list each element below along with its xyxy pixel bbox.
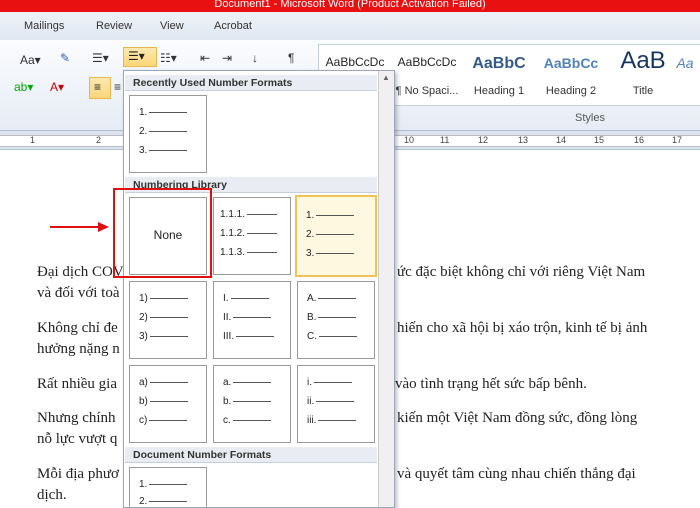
format-tile-numbers-dot[interactable]: 1. 2. 3. [295,195,377,277]
format-tile-numbers-paren[interactable]: 1) 2) 3) [129,281,207,359]
ruler-number: 15 [594,135,605,145]
tab-mailings[interactable]: Mailings [24,20,64,32]
numbering-icon: ☰▾ [128,49,145,63]
format-marker: b) [139,396,148,407]
p3-left-text: Rất nhiều gia [37,376,117,392]
format-marker: B. [307,312,317,323]
style-heading-2[interactable]: AaBbCc Heading 2 [535,45,607,103]
p4-line2-text: nỗ lực vượt q [37,431,118,447]
format-marker: 2. [306,229,315,240]
sort-icon[interactable]: ↓ [252,51,258,65]
tab-acrobat[interactable]: Acrobat [214,20,252,32]
ruler-number: 10 [404,135,415,145]
clear-format-icon[interactable]: ✎ [60,51,70,65]
format-tile-letters-upper[interactable]: A. B. C. [297,281,375,359]
format-tile-1-1-1[interactable]: 1.1.1. 1.1.2. 1.1.3. [213,197,291,275]
ruler-number: 17 [672,135,683,145]
format-marker: 1. [306,210,315,221]
format-marker: I. [223,293,229,304]
title-bar: Document1 - Microsoft Word (Product Acti… [0,0,700,12]
window-title: Document1 - Microsoft Word (Product Acti… [214,0,486,10]
left-align-button[interactable]: ≡ [89,77,111,99]
format-marker: b. [223,396,232,407]
format-tile-roman-lower[interactable]: i. ii. iii. [297,365,375,443]
format-marker: a. [223,377,232,388]
decrease-indent-icon[interactable]: ⇤ [200,51,210,65]
center-align-icon[interactable]: ≡ [114,80,121,94]
format-tile-letters-paren[interactable]: a) b) c) [129,365,207,443]
scroll-up-icon[interactable]: ▲ [382,73,390,82]
recent-format-tile[interactable]: 1. 2. 3. [129,95,207,173]
ruler-number: 2 [96,135,102,145]
ruler-number: 12 [478,135,489,145]
tab-review[interactable]: Review [96,20,132,32]
styles-group-label: Styles [575,112,605,124]
style-no-spacing[interactable]: AaBbCcDc ¶ No Spaci... [391,45,463,103]
p5-right-text: và quyết tâm cùng nhau chiến thắng đại [397,466,636,482]
p1-right-text: ức đặc biệt không chỉ với riêng Việt Nam [397,264,646,280]
bullets-icon[interactable]: ☰▾ [92,51,109,65]
document-format-tile[interactable]: 1. 2. [129,467,207,507]
format-marker: 1.1.2. [220,228,246,239]
style-heading-1[interactable]: AaBbC Heading 1 [463,45,535,103]
format-tile-letters-dot[interactable]: a. b. c. [213,365,291,443]
format-marker: 1.1.1. [220,209,246,220]
p3-right-text: vào tình trạng hết sức bấp bênh. [395,376,587,392]
ruler-number: 13 [518,135,529,145]
p2-right-text: hiến cho xã hội bị xáo trộn, kinh tế bị … [397,320,648,336]
format-marker: 1. [139,107,148,118]
multilevel-list-icon[interactable]: ☷▾ [160,51,177,65]
numbering-dropdown: Recently Used Number Formats 1. 2. 3. Nu… [123,70,395,508]
format-marker: iii. [307,415,317,426]
ribbon-tabs: Mailings Review View Acrobat [0,12,700,41]
numbering-button[interactable]: ☰▾ [123,47,157,67]
recent-formats-header: Recently Used Number Formats [125,75,377,91]
format-marker: c) [139,415,148,426]
format-marker: 2. [139,126,148,137]
dropdown-scrollbar[interactable]: ▲ [378,71,394,507]
format-marker: II. [223,312,232,323]
format-marker: c. [223,415,231,426]
annotation-highlight-box [113,188,212,278]
style-subtitle[interactable]: Aa [669,45,700,103]
font-color-icon[interactable]: A▾ [50,80,64,94]
p2-left-text: Không chỉ đe [37,320,118,336]
format-marker: 3) [139,331,148,342]
format-marker: a) [139,377,148,388]
format-marker: 3. [139,145,148,156]
p5-left-text: Mỗi địa phươ [37,466,119,482]
tab-view[interactable]: View [160,20,184,32]
format-marker: C. [307,331,317,342]
format-marker: 1.1.3. [220,247,246,258]
format-marker: 2. [139,496,148,507]
left-align-icon: ≡ [94,80,102,94]
format-marker: 3. [306,248,315,259]
p2-line2-text: hưởng nặng n [37,341,120,357]
increase-indent-icon[interactable]: ⇥ [222,51,232,65]
show-formatting-icon[interactable]: ¶ [288,51,294,65]
annotation-arrow-icon [50,222,109,232]
document-formats-header: Document Number Formats [125,447,377,463]
change-case-icon[interactable]: Aa▾ [20,53,41,67]
format-marker: 2) [139,312,148,323]
format-tile-roman-upper[interactable]: I. II. III. [213,281,291,359]
p1-left-text: Đại dịch COV [37,264,124,280]
ruler-number: 1 [30,135,36,145]
highlight-icon[interactable]: ab▾ [14,80,33,94]
format-marker: i. [307,377,312,388]
format-marker: 1. [139,479,148,490]
p1-line2-text: và đối với toà [37,285,120,301]
format-marker: ii. [307,396,315,407]
format-marker: A. [307,293,317,304]
ruler-number: 16 [634,135,645,145]
ruler-number: 14 [556,135,567,145]
format-marker: 1) [139,293,148,304]
p4-left-text: Nhưng chính [37,410,116,426]
format-marker: III. [223,331,235,342]
p4-right-text: kiến một Việt Nam đồng sức, đồng lòng [397,410,638,426]
ruler-number: 11 [440,135,450,145]
p5-line2-text: dịch. [37,487,67,503]
